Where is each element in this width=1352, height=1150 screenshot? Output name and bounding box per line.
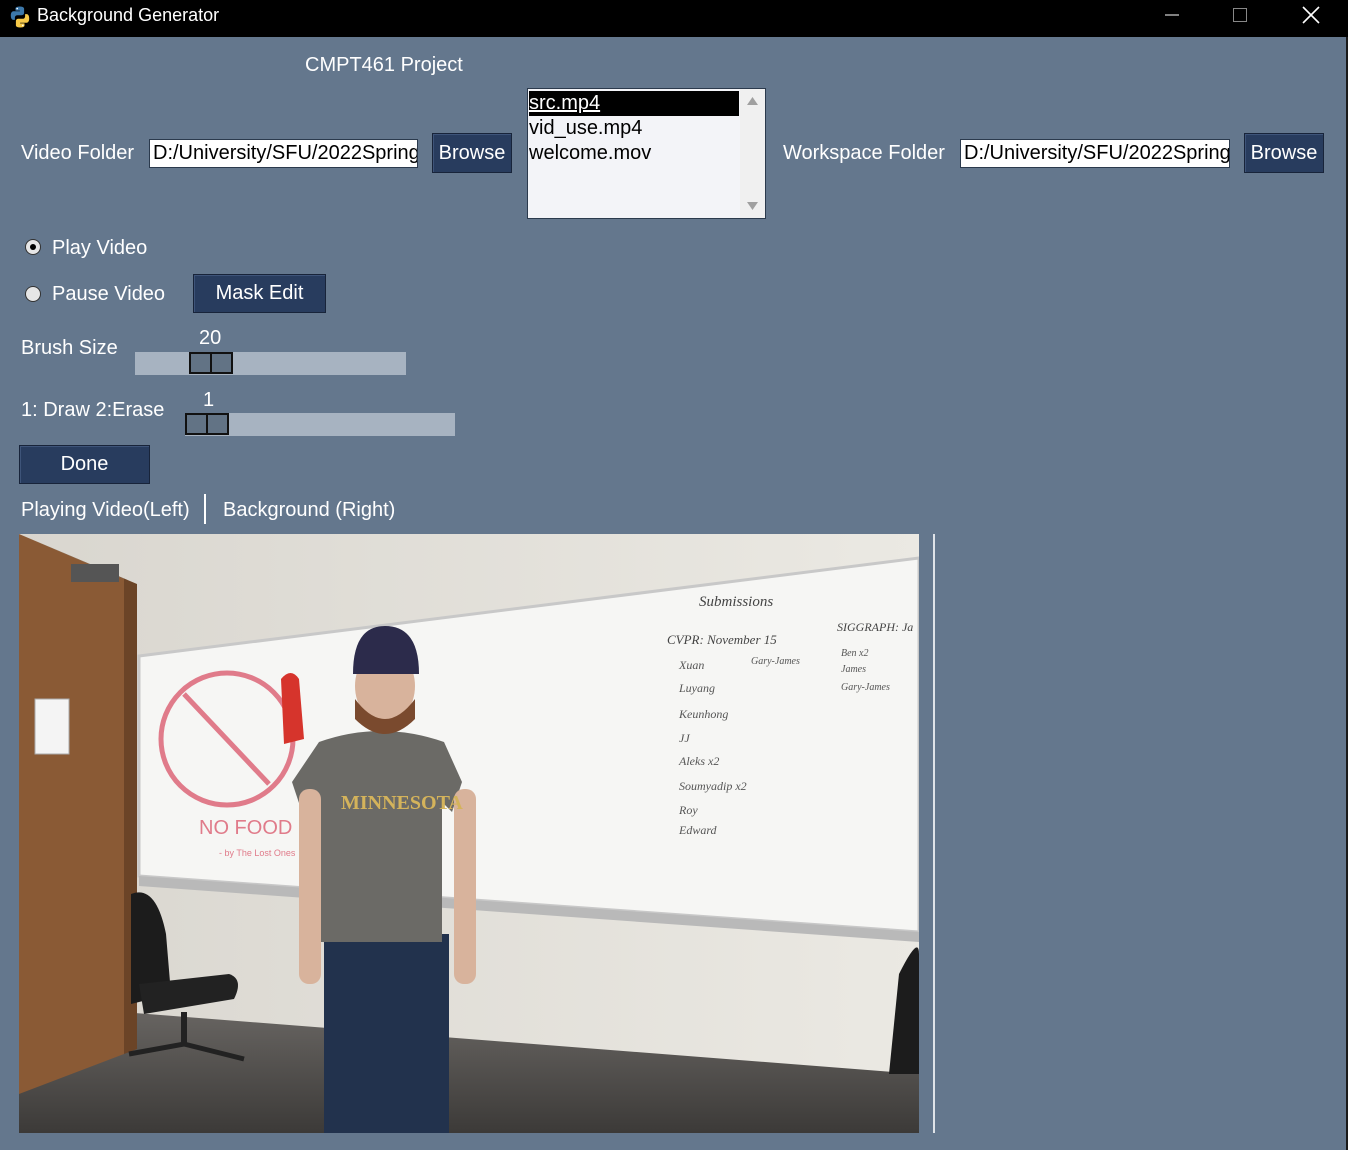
board-name: James — [841, 664, 866, 675]
workspace-folder-label: Workspace Folder — [783, 142, 945, 164]
brush-size-thumb[interactable] — [189, 352, 233, 374]
play-video-label[interactable]: Play Video — [52, 236, 147, 260]
board-side-name: Gary-James — [751, 656, 800, 667]
board-name: Keunhong — [678, 707, 728, 721]
board-name: Roy — [678, 803, 698, 817]
board-name: Luyang — [678, 681, 715, 695]
board-name: Soumyadip x2 — [679, 779, 747, 793]
brush-size-slider[interactable] — [135, 352, 406, 375]
board-name: Ben x2 — [841, 648, 869, 659]
maximize-button[interactable] — [1207, 0, 1273, 30]
board-name: Gary-James — [841, 682, 890, 693]
sign-subtext: - by The Lost Ones — [219, 848, 296, 858]
file-list-item[interactable]: vid_use.mp4 — [529, 116, 739, 141]
brush-size-value: 20 — [199, 327, 222, 349]
left-panel-label: Playing Video(Left) — [21, 499, 190, 521]
app-window: Background Generator CMPT461 Project Vid… — [0, 0, 1348, 1150]
file-list-item[interactable]: welcome.mov — [529, 141, 739, 166]
file-list-scrollbar[interactable] — [740, 89, 765, 218]
board-siggraph-heading: SIGGRAPH: Ja — [837, 620, 913, 634]
board-name: Edward — [678, 823, 718, 837]
video-frame-image: NO FOOD - by The Lost Ones Submissions C… — [19, 534, 919, 1133]
file-list-item[interactable]: src.mp4 — [529, 91, 739, 116]
video-frame: NO FOOD - by The Lost Ones Submissions C… — [19, 534, 919, 1133]
window-title: Background Generator — [37, 5, 220, 25]
mask-edit-button[interactable]: Mask Edit — [193, 274, 326, 313]
pause-video-label[interactable]: Pause Video — [52, 282, 165, 306]
close-icon — [1302, 6, 1320, 24]
python-logo-icon — [10, 6, 30, 28]
board-name: Aleks x2 — [678, 754, 719, 768]
title-bar: Background Generator — [0, 0, 1348, 37]
draw-mode-thumb[interactable] — [185, 413, 229, 435]
done-button[interactable]: Done — [19, 445, 150, 484]
draw-mode-label: 1: Draw 2:Erase — [21, 399, 165, 421]
brush-size-label: Brush Size — [21, 337, 118, 359]
sign-text: NO FOOD — [199, 817, 292, 839]
workspace-folder-input[interactable]: D:/University/SFU/2022Spring/ — [960, 139, 1230, 168]
video-folder-input[interactable]: D:/University/SFU/2022Spring/ — [149, 139, 418, 168]
board-name: Xuan — [678, 658, 704, 672]
label-divider — [204, 494, 206, 524]
board-name: JJ — [679, 731, 690, 745]
video-file-list[interactable]: src.mp4 vid_use.mp4 welcome.mov — [527, 88, 766, 219]
pause-video-radio[interactable] — [25, 286, 41, 302]
shirt-text: MINNESOTA — [341, 792, 463, 814]
board-cvpr-heading: CVPR: November 15 — [667, 632, 777, 647]
workspace-browse-button[interactable]: Browse — [1244, 133, 1324, 173]
close-button[interactable] — [1278, 0, 1344, 30]
minimize-button[interactable] — [1139, 0, 1205, 30]
video-folder-label: Video Folder — [21, 142, 135, 164]
minimize-icon — [1165, 14, 1179, 16]
scroll-arrows-icon — [747, 97, 758, 210]
draw-mode-value: 1 — [203, 389, 215, 411]
board-heading: Submissions — [699, 594, 773, 610]
background-panel-divider — [933, 534, 935, 1133]
play-video-radio[interactable] — [25, 239, 41, 255]
right-panel-label: Background (Right) — [223, 499, 396, 521]
maximize-icon — [1233, 8, 1247, 22]
draw-mode-slider[interactable] — [185, 413, 455, 436]
video-browse-button[interactable]: Browse — [432, 133, 512, 173]
project-title: CMPT461 Project — [305, 54, 463, 76]
